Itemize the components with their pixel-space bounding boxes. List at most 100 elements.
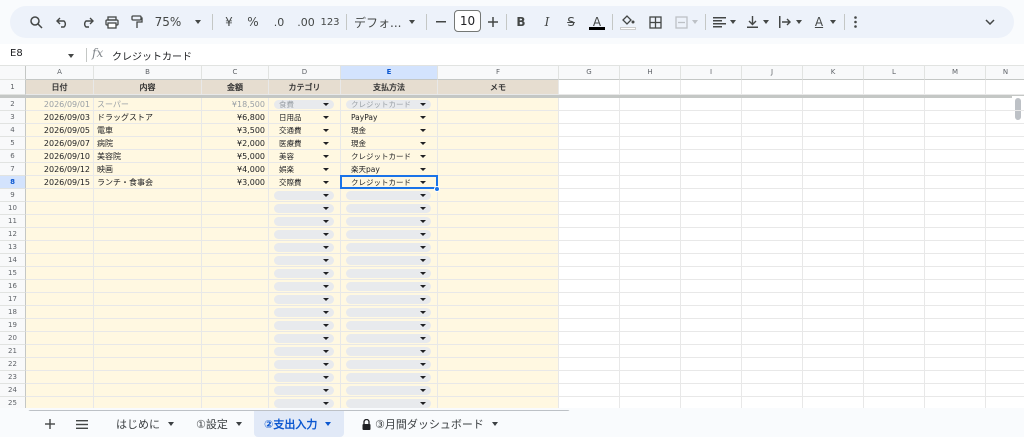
cell[interactable]	[742, 280, 803, 293]
cell[interactable]	[438, 345, 559, 358]
cell[interactable]	[803, 267, 864, 280]
cell[interactable]	[925, 332, 986, 345]
cell[interactable]	[803, 358, 864, 371]
category-dropdown[interactable]	[274, 386, 334, 395]
cell[interactable]	[202, 267, 269, 280]
cell[interactable]	[864, 293, 925, 306]
cell[interactable]	[864, 332, 925, 345]
column-header-l[interactable]: L	[864, 66, 925, 80]
category-dropdown[interactable]	[274, 399, 334, 408]
payment-dropdown[interactable]	[346, 295, 431, 304]
cell[interactable]	[803, 306, 864, 319]
category-dropdown[interactable]	[274, 191, 334, 200]
cell[interactable]	[559, 124, 620, 137]
row-header[interactable]: 15	[0, 267, 26, 280]
cell[interactable]	[438, 137, 559, 150]
cell[interactable]	[559, 228, 620, 241]
content-cell[interactable]: スーパー	[94, 98, 202, 111]
cell[interactable]	[681, 189, 742, 202]
cell[interactable]	[202, 280, 269, 293]
zoom-value[interactable]: 75%	[152, 10, 184, 34]
row-header[interactable]: 18	[0, 306, 26, 319]
cell[interactable]	[202, 384, 269, 397]
cell[interactable]	[681, 124, 742, 137]
row-header[interactable]: 14	[0, 254, 26, 267]
cell[interactable]	[94, 241, 202, 254]
cell[interactable]	[26, 358, 94, 371]
cell[interactable]	[26, 228, 94, 241]
italic-button[interactable]: I	[538, 10, 556, 34]
category-dropdown[interactable]	[274, 256, 334, 265]
bold-button[interactable]: B	[512, 10, 530, 34]
payment-dropdown[interactable]	[346, 217, 431, 226]
cell[interactable]	[925, 254, 986, 267]
category-dropdown[interactable]	[274, 373, 334, 382]
cell[interactable]	[803, 228, 864, 241]
cell[interactable]	[925, 215, 986, 228]
cell[interactable]	[925, 397, 986, 408]
text-wrap-icon[interactable]	[776, 10, 794, 34]
percent-format-button[interactable]: %	[244, 10, 262, 34]
sheet-tab-chevron-down-icon[interactable]	[325, 422, 332, 426]
column-header-h[interactable]: H	[620, 66, 681, 80]
cell[interactable]	[681, 137, 742, 150]
cell[interactable]	[986, 241, 1024, 254]
cell[interactable]	[986, 124, 1024, 137]
content-cell[interactable]: 病院	[94, 137, 202, 150]
cell[interactable]	[925, 306, 986, 319]
cell[interactable]	[742, 384, 803, 397]
cell[interactable]	[26, 241, 94, 254]
font-chevron-down-icon[interactable]	[406, 10, 418, 34]
cell[interactable]	[681, 371, 742, 384]
cell[interactable]	[202, 228, 269, 241]
cell[interactable]	[986, 176, 1024, 189]
cell[interactable]	[742, 345, 803, 358]
cell[interactable]	[620, 371, 681, 384]
payment-dropdown[interactable]: 楽天pay	[346, 165, 431, 174]
cell[interactable]	[94, 254, 202, 267]
cell[interactable]	[986, 280, 1024, 293]
cell[interactable]	[681, 150, 742, 163]
zoom-chevron-down-icon[interactable]	[192, 10, 204, 34]
cell[interactable]	[620, 306, 681, 319]
cell[interactable]	[438, 332, 559, 345]
cell[interactable]	[620, 111, 681, 124]
cell[interactable]	[202, 397, 269, 408]
cell[interactable]	[559, 176, 620, 189]
sheet-tab-chevron-down-icon[interactable]	[235, 422, 242, 426]
cell[interactable]	[620, 280, 681, 293]
align-left-icon[interactable]	[710, 10, 728, 34]
column-header-a[interactable]: A	[26, 66, 94, 80]
cell[interactable]	[94, 371, 202, 384]
formula-input[interactable]: クレジットカード	[112, 48, 192, 63]
cell[interactable]	[864, 306, 925, 319]
cell[interactable]	[438, 98, 559, 111]
category-dropdown[interactable]	[274, 295, 334, 304]
category-dropdown[interactable]: 日用品	[274, 113, 334, 122]
category-dropdown[interactable]: 交際費	[274, 178, 334, 187]
strikethrough-button[interactable]: S	[562, 10, 580, 34]
font-size-input[interactable]: 10	[454, 10, 481, 32]
cell[interactable]	[94, 267, 202, 280]
cell[interactable]	[438, 293, 559, 306]
cell[interactable]	[681, 176, 742, 189]
cell[interactable]	[26, 306, 94, 319]
cell[interactable]	[620, 319, 681, 332]
cell[interactable]	[986, 397, 1024, 408]
column-header-n[interactable]: N	[986, 66, 1024, 80]
category-dropdown[interactable]: 医療費	[274, 139, 334, 148]
row-header[interactable]: 9	[0, 189, 26, 202]
cell[interactable]	[26, 293, 94, 306]
cell[interactable]	[681, 228, 742, 241]
row-header[interactable]: 17	[0, 293, 26, 306]
cell[interactable]	[864, 319, 925, 332]
cell[interactable]	[864, 228, 925, 241]
text-rotation-icon[interactable]: A	[809, 10, 829, 34]
cell[interactable]	[438, 358, 559, 371]
cell[interactable]	[438, 176, 559, 189]
cell[interactable]	[925, 241, 986, 254]
cell[interactable]	[620, 163, 681, 176]
cell[interactable]	[559, 215, 620, 228]
increase-decimal-button[interactable]: .00	[294, 10, 318, 34]
cell[interactable]	[559, 202, 620, 215]
